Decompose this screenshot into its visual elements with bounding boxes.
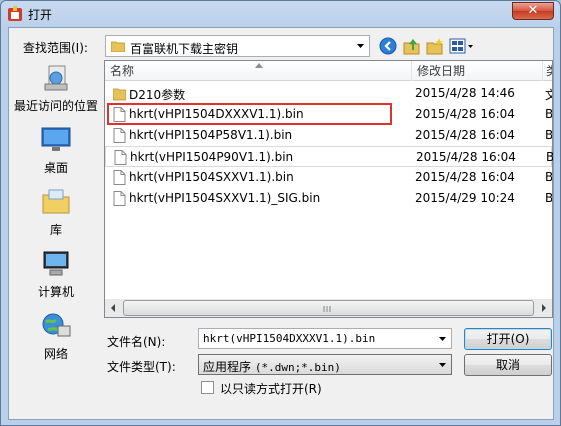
libraries-icon: [42, 189, 70, 214]
file-name: hkrt(vHPI1504SXXV1.1).bin: [129, 170, 294, 184]
file-list[interactable]: 名称 修改日期 类 D210参数 2015/4/28 14:46 文: [104, 60, 553, 318]
file-type: B: [545, 107, 552, 121]
chevron-down-icon[interactable]: [434, 355, 451, 374]
close-button[interactable]: ✕: [512, 2, 554, 20]
chevron-down-icon[interactable]: [352, 36, 369, 56]
file-type: B: [545, 128, 552, 142]
horizontal-scrollbar[interactable]: [105, 299, 552, 317]
new-folder-icon[interactable]: [426, 37, 444, 55]
file-row[interactable]: D210参数 2015/4/28 14:46 文: [105, 83, 552, 104]
readonly-checkbox[interactable]: [201, 381, 214, 394]
file-icon: [113, 191, 126, 206]
place-label: 桌面: [43, 161, 68, 175]
look-in-label: 查找范围(I):: [23, 41, 88, 55]
places-bar: 最近访问的位置 桌面 库 计算机 网络: [12, 60, 100, 418]
file-row[interactable]: hkrt(vHPI1504P90V1.1).bin 2015/4/28 16:0…: [105, 146, 553, 167]
open-button[interactable]: 打开(O): [464, 328, 552, 350]
column-type-header[interactable]: 类: [543, 61, 552, 81]
title-bar[interactable]: 打开 ✕: [1, 1, 560, 27]
scroll-left-icon[interactable]: [105, 299, 122, 317]
file-date: 2015/4/28 16:04: [415, 128, 515, 142]
window-title: 打开: [28, 8, 53, 22]
file-name: hkrt(vHPI1504P58V1.1).bin: [129, 128, 293, 142]
filetype-value: 应用程序 (*.dwn;*.bin): [203, 358, 341, 375]
grip-icon: [323, 306, 331, 312]
filename-input[interactable]: hkrt(vHPI1504DXXXV1.1).bin: [198, 328, 452, 349]
scroll-right-icon[interactable]: [535, 299, 552, 317]
recent-places-icon: [44, 65, 68, 91]
highlight-annotation-box: [107, 103, 392, 125]
file-icon: [113, 128, 126, 143]
file-row[interactable]: hkrt(vHPI1504SXXV1.1).bin 2015/4/28 16:0…: [105, 167, 552, 188]
scrollbar-thumb[interactable]: [123, 300, 534, 316]
place-computer[interactable]: 计算机: [12, 248, 100, 308]
file-date: 2015/4/28 16:04: [416, 150, 516, 164]
file-list-header: 名称 修改日期 类: [105, 61, 552, 81]
place-label: 计算机: [37, 285, 74, 299]
file-row[interactable]: hkrt(vHPI1504P58V1.1).bin 2015/4/28 16:0…: [105, 125, 552, 146]
place-network[interactable]: 网络: [12, 310, 100, 370]
sort-ascending-icon: [255, 63, 263, 68]
place-desktop[interactable]: 桌面: [12, 124, 100, 184]
close-icon: ✕: [527, 3, 539, 18]
dialog-body: 查找范围(I): 百富联机下载主密钥 最近访问的位置 桌面 库 计算机 网络 名…: [8, 27, 554, 420]
up-folder-icon[interactable]: [403, 37, 421, 55]
view-menu-icon[interactable]: [449, 37, 475, 55]
filetype-value-pattern: (*.dwn;*.bin): [254, 361, 341, 374]
file-date: 2015/4/28 16:04: [415, 170, 515, 184]
place-label: 网络: [43, 347, 68, 361]
look-in-value: 百富联机下载主密钥: [130, 42, 239, 56]
computer-icon: [43, 251, 69, 276]
file-date: 2015/4/28 14:46: [415, 86, 515, 100]
network-icon: [42, 313, 71, 337]
filetype-select[interactable]: 应用程序 (*.dwn;*.bin): [198, 354, 452, 375]
filename-value: hkrt(vHPI1504DXXXV1.1).bin: [203, 332, 376, 345]
place-libraries[interactable]: 库: [12, 186, 100, 246]
folder-icon: [111, 41, 125, 52]
file-icon: [113, 170, 126, 185]
file-type: B: [545, 191, 552, 205]
file-date: 2015/4/28 16:04: [415, 107, 515, 121]
open-file-dialog: 打开 ✕ 查找范围(I): 百富联机下载主密钥 最近访问的位置 桌面 库 计算机…: [0, 0, 561, 426]
app-icon: [8, 6, 22, 21]
readonly-label: 以只读方式打开(R): [220, 382, 322, 396]
folder-icon: [113, 88, 126, 101]
file-name: D210参数: [129, 88, 186, 102]
desktop-icon: [41, 127, 71, 151]
cancel-button[interactable]: 取消: [464, 354, 552, 376]
filetype-label: 文件类型(T):: [107, 360, 176, 374]
file-type: B: [546, 150, 553, 164]
file-type: B: [545, 170, 552, 184]
chevron-down-icon[interactable]: [434, 329, 451, 348]
back-icon[interactable]: [379, 37, 397, 55]
filename-label: 文件名(N):: [107, 335, 166, 349]
file-date: 2015/4/29 10:24: [415, 191, 515, 205]
file-name: hkrt(vHPI1504P90V1.1).bin: [130, 150, 294, 164]
file-row[interactable]: hkrt(vHPI1504SXXV1.1)_SIG.bin 2015/4/29 …: [105, 188, 552, 209]
file-type: 文: [545, 88, 552, 102]
place-label: 最近访问的位置: [13, 99, 98, 113]
place-recent[interactable]: 最近访问的位置: [12, 62, 100, 122]
look-in-dropdown[interactable]: 百富联机下载主密钥: [105, 35, 370, 57]
file-name: hkrt(vHPI1504SXXV1.1)_SIG.bin: [129, 191, 321, 205]
filetype-value-name: 应用程序: [203, 360, 255, 374]
column-date-header[interactable]: 修改日期: [412, 61, 542, 81]
place-label: 库: [49, 223, 62, 237]
file-icon: [114, 150, 127, 165]
